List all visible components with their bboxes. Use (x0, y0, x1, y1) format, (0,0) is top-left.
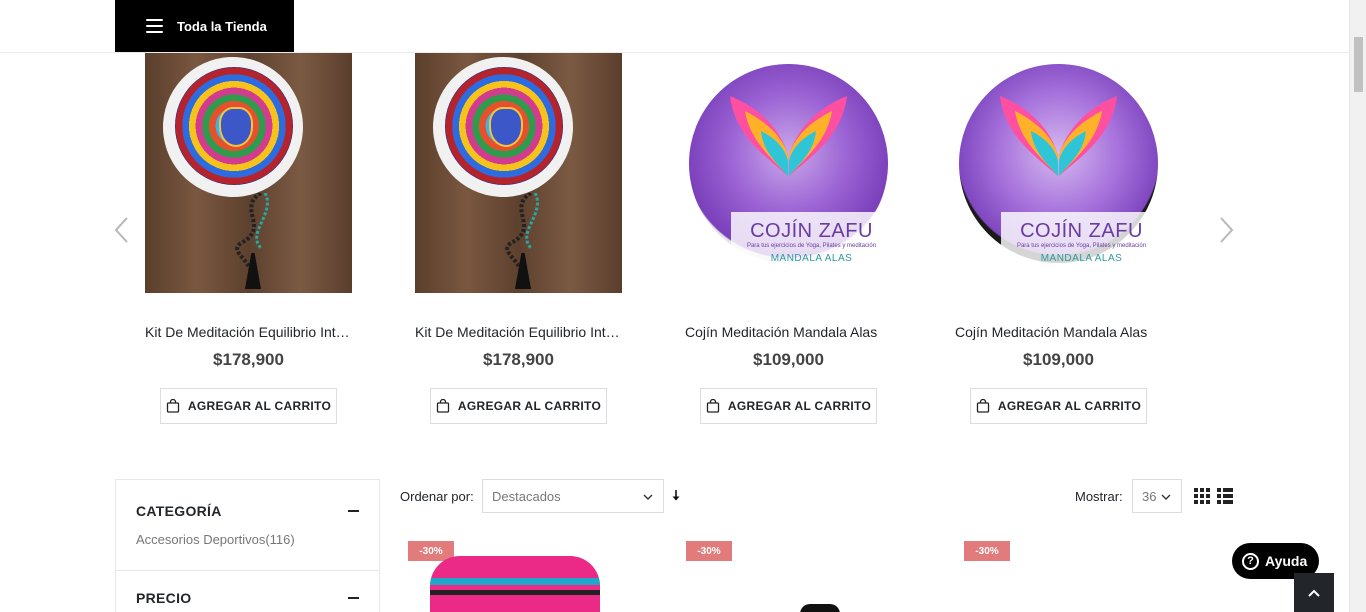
all-store-label: Toda la Tienda (177, 18, 267, 34)
product-thumbnail[interactable] (430, 556, 600, 612)
zafu-subtitle: Para tus ejercicios de Yoga, Pilates y m… (1016, 242, 1147, 249)
discount-badge: -30% (964, 541, 1010, 561)
shopping-bag-icon (166, 399, 180, 413)
zafu-subtitle: Para tus ejercicios de Yoga, Pilates y m… (746, 242, 877, 249)
back-to-top-button[interactable] (1294, 573, 1334, 612)
add-to-cart-button[interactable]: AGREGAR AL CARRITO (970, 388, 1147, 424)
filter-sidebar: CATEGORÍA Accesorios Deportivos(116) PRE… (115, 479, 380, 612)
product-image[interactable] (415, 53, 622, 293)
chevron-down-icon (643, 494, 653, 500)
meditation-kit-image (415, 53, 622, 293)
add-to-cart-button[interactable]: AGREGAR AL CARRITO (430, 388, 607, 424)
list-view-icon[interactable] (1217, 488, 1233, 504)
scrollbar-thumb[interactable] (1354, 37, 1363, 92)
divider (116, 570, 379, 571)
all-store-button[interactable]: Toda la Tienda (115, 0, 294, 52)
show-count-select[interactable]: 36 (1132, 479, 1182, 513)
page-scrollbar[interactable] (1349, 0, 1366, 612)
carousel-next-button[interactable] (1216, 216, 1236, 244)
sort-down-arrow-icon[interactable] (670, 489, 682, 503)
product-name[interactable]: Cojín Meditación Mandala Alas (955, 323, 1162, 341)
shopping-bag-icon (976, 399, 990, 413)
product-card: Kit De Meditación Equilibrio Interior $1… (145, 53, 352, 424)
category-item-accesorios[interactable]: Accesorios Deportivos(116) (136, 532, 359, 547)
help-circle-icon: ? (1242, 552, 1259, 570)
add-to-cart-label: AGREGAR AL CARRITO (457, 399, 602, 413)
product-name[interactable]: Kit De Meditación Equilibrio Interior (415, 323, 622, 341)
product-image[interactable]: COJÍN ZAFU Para tus ejercicios de Yoga, … (685, 53, 892, 293)
carousel-prev-button[interactable] (112, 216, 132, 244)
product-price: $109,000 (1023, 350, 1094, 369)
product-image[interactable] (145, 53, 352, 293)
product-name[interactable]: Cojín Meditación Mandala Alas (685, 323, 892, 341)
chevron-right-icon (1220, 217, 1234, 243)
category-filter-header[interactable]: CATEGORÍA (136, 498, 359, 524)
shopping-bag-icon (436, 399, 450, 413)
shopping-bag-icon (706, 399, 720, 413)
price-filter-title: PRECIO (136, 590, 192, 606)
product-name[interactable]: Kit De Meditación Equilibrio Interior (145, 323, 352, 341)
discount-badge: -30% (686, 541, 732, 561)
add-to-cart-button[interactable]: AGREGAR AL CARRITO (160, 388, 337, 424)
hamburger-icon (146, 19, 163, 33)
grid-view-icon[interactable] (1194, 488, 1210, 504)
category-item-label: Accesorios Deportivos (136, 532, 266, 547)
product-image[interactable]: COJÍN ZAFU Para tus ejercicios de Yoga, … (955, 53, 1162, 293)
add-to-cart-label: AGREGAR AL CARRITO (187, 399, 332, 413)
add-to-cart-label: AGREGAR AL CARRITO (727, 399, 872, 413)
sort-label: Ordenar por: (400, 489, 474, 504)
product-card: COJÍN ZAFU Para tus ejercicios de Yoga, … (685, 53, 892, 424)
product-card: COJÍN ZAFU Para tus ejercicios de Yoga, … (955, 53, 1162, 424)
product-price: $178,900 (483, 350, 554, 369)
chevron-left-icon (114, 217, 128, 243)
add-to-cart-button[interactable]: AGREGAR AL CARRITO (700, 388, 877, 424)
show-label: Mostrar: (1075, 489, 1123, 504)
help-label: Ayuda (1265, 553, 1308, 569)
category-item-count: (116) (265, 532, 295, 547)
add-to-cart-label: AGREGAR AL CARRITO (997, 399, 1142, 413)
sort-select-value: Destacados (492, 488, 561, 504)
show-count-value: 36 (1142, 488, 1157, 504)
zafu-label: COJÍN ZAFU Para tus ejercicios de Yoga, … (731, 212, 892, 271)
product-price: $109,000 (753, 350, 824, 369)
product-price: $178,900 (213, 350, 284, 369)
zafu-cushion-image: COJÍN ZAFU Para tus ejercicios de Yoga, … (685, 64, 892, 271)
chevron-up-icon (1308, 589, 1320, 597)
zafu-title: COJÍN ZAFU (750, 219, 873, 242)
zafu-design: MANDALA ALAS (770, 252, 853, 264)
product-carousel: Kit De Meditación Equilibrio Interior $1… (0, 53, 1349, 433)
zafu-title: COJÍN ZAFU (1020, 219, 1143, 242)
product-thumbnail[interactable] (800, 604, 840, 612)
minus-icon[interactable] (348, 510, 359, 512)
chevron-down-icon (1161, 494, 1171, 500)
category-filter-title: CATEGORÍA (136, 503, 222, 519)
meditation-kit-image (145, 53, 352, 293)
product-card: Kit De Meditación Equilibrio Interior $1… (415, 53, 622, 424)
sort-select[interactable]: Destacados (482, 479, 664, 513)
zafu-cushion-image: COJÍN ZAFU Para tus ejercicios de Yoga, … (955, 64, 1162, 271)
zafu-label: COJÍN ZAFU Para tus ejercicios de Yoga, … (1001, 212, 1162, 271)
minus-icon[interactable] (348, 597, 359, 599)
zafu-design: MANDALA ALAS (1040, 252, 1123, 264)
price-filter-header[interactable]: PRECIO (116, 585, 379, 611)
